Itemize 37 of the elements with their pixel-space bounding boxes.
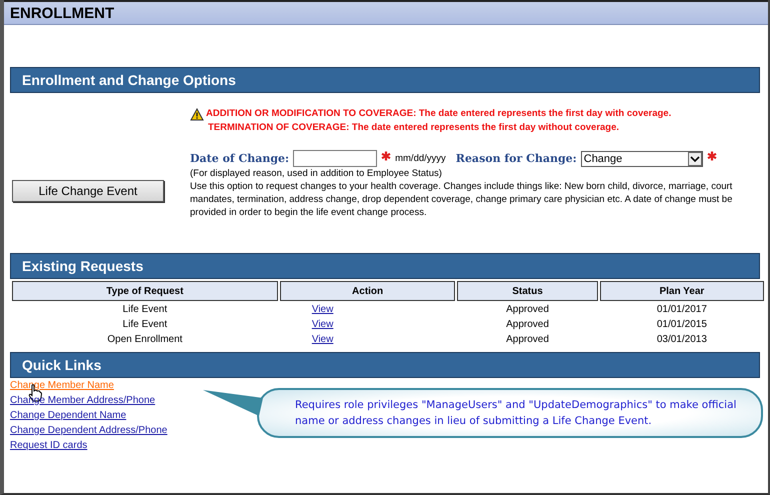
- reason-dropdown[interactable]: Change: [580, 150, 703, 166]
- date-format-hint: mm/dd/yyyy: [395, 153, 446, 164]
- reason-label: Reason for Change:: [456, 152, 577, 165]
- description-text: Use this option to request changes to your health coverage. Changes include things like: New born child, divorce, marriage, court mandates, termination, address change, drop dependent coverage, change primary care physician etc. A date of change must be provided in order to begin the life event change process.: [190, 180, 734, 219]
- table-cell: 03/01/2013: [656, 334, 707, 345]
- date-label: Date of Change:: [190, 152, 290, 165]
- life-change-event-button[interactable]: Life Change Event: [12, 180, 164, 202]
- table-cell: Approved: [506, 334, 549, 345]
- callout-text: Requires role privileges "ManageUsers" and "UpdateDemographics" to make official name or address changes in lieu of submitting a Life Change Event.: [295, 399, 736, 427]
- table-cell: 01/01/2015: [656, 319, 707, 330]
- warning-icon: [190, 108, 204, 121]
- reason-note: (For displayed reason, used in addition to Employee Status): [190, 167, 443, 180]
- table-cell: Approved: [506, 319, 549, 330]
- table-cell: Open Enrollment: [107, 334, 182, 345]
- section-title: Enrollment and Change Options: [22, 72, 236, 88]
- column-header: Status: [457, 281, 598, 301]
- window-title: ENROLLMENT: [10, 4, 114, 22]
- view-link[interactable]: View: [312, 319, 334, 330]
- column-header: Plan Year: [600, 281, 764, 301]
- table-cell: Life Event: [122, 304, 168, 315]
- section-title: Existing Requests: [22, 258, 144, 274]
- view-link[interactable]: View: [312, 304, 334, 315]
- date-field[interactable]: [293, 150, 378, 167]
- quick-link[interactable]: Change Dependent Address/Phone: [10, 425, 168, 436]
- table-cell: 01/01/2017: [656, 304, 707, 315]
- table-cell: Approved: [506, 304, 549, 315]
- section-title: Quick Links: [22, 357, 102, 373]
- view-link[interactable]: View: [312, 334, 334, 345]
- quick-link[interactable]: Request ID cards: [10, 440, 88, 451]
- column-header: Action: [280, 281, 456, 301]
- column-header: Type of Request: [12, 281, 278, 301]
- quick-link[interactable]: Change Member Address/Phone: [10, 395, 156, 406]
- quick-link[interactable]: Change Dependent Name: [10, 410, 126, 421]
- table-cell: Life Event: [122, 319, 168, 330]
- warning-text: ADDITION OR MODIFICATION TO COVERAGE: The date entered represents the first day with coverage.: [206, 107, 672, 121]
- warning-text: TERMINATION OF COVERAGE: The date entered represents the first day without coverage.: [207, 121, 620, 135]
- chevron-icon: [688, 152, 702, 166]
